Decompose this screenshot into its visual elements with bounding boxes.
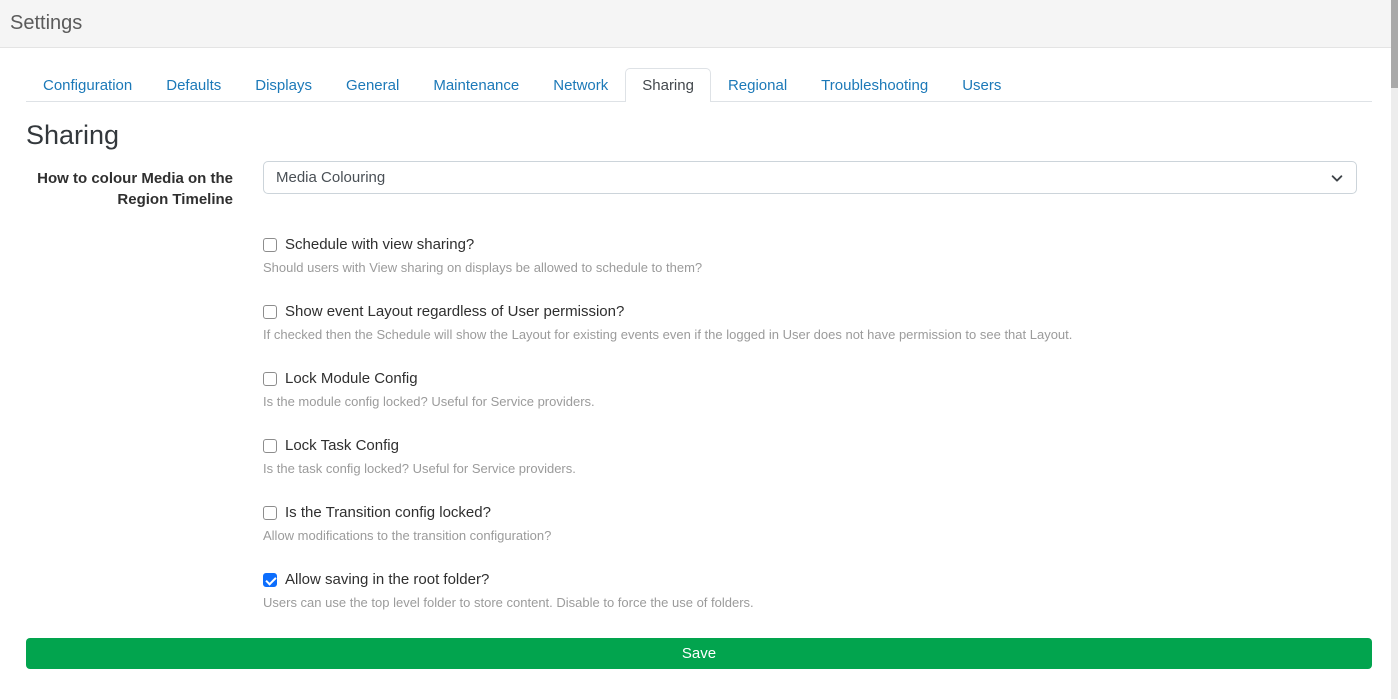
media-colouring-row: How to colour Media on the Region Timeli… (26, 161, 1372, 210)
tab-displays[interactable]: Displays (238, 68, 329, 102)
help-text: Allow modifications to the transition co… (263, 528, 1372, 543)
setting-group: Lock Task Config Is the task config lock… (263, 437, 1372, 476)
checkbox-label: Allow saving in the root folder? (285, 571, 489, 588)
media-colouring-control: Media Colouring (263, 161, 1372, 210)
checkbox-label: Lock Task Config (285, 437, 399, 454)
settings-checkbox-list: Schedule with view sharing? Should users… (263, 236, 1372, 610)
checkbox[interactable] (263, 372, 277, 386)
help-text: If checked then the Schedule will show t… (263, 327, 1372, 342)
checkbox-row[interactable]: Allow saving in the root folder? (263, 571, 1372, 588)
checkbox[interactable] (263, 506, 277, 520)
setting-group: Show event Layout regardless of User per… (263, 303, 1372, 342)
setting-group: Lock Module Config Is the module config … (263, 370, 1372, 409)
checkbox[interactable] (263, 305, 277, 319)
scrollbar-thumb[interactable] (1391, 0, 1398, 88)
tab-maintenance[interactable]: Maintenance (416, 68, 536, 102)
tab-defaults[interactable]: Defaults (149, 68, 238, 102)
checkbox-row[interactable]: Is the Transition config locked? (263, 504, 1372, 521)
tab-general[interactable]: General (329, 68, 416, 102)
help-text: Is the task config locked? Useful for Se… (263, 461, 1372, 476)
help-text: Should users with View sharing on displa… (263, 260, 1372, 275)
checkbox-row[interactable]: Schedule with view sharing? (263, 236, 1372, 253)
checkbox-label: Is the Transition config locked? (285, 504, 491, 521)
help-text: Users can use the top level folder to st… (263, 595, 1372, 610)
save-button[interactable]: Save (26, 638, 1372, 669)
section-heading: Sharing (26, 120, 1372, 151)
setting-group: Schedule with view sharing? Should users… (263, 236, 1372, 275)
main-content: Configuration Defaults Displays General … (0, 68, 1398, 669)
tab-users[interactable]: Users (945, 68, 1018, 102)
tab-configuration[interactable]: Configuration (26, 68, 149, 102)
checkbox-label: Schedule with view sharing? (285, 236, 474, 253)
page-title: Settings (10, 12, 82, 35)
app-header: Settings (0, 0, 1398, 48)
tab-network[interactable]: Network (536, 68, 625, 102)
media-colouring-label: How to colour Media on the Region Timeli… (26, 161, 233, 210)
checkbox-row[interactable]: Lock Module Config (263, 370, 1372, 387)
checkbox-label: Lock Module Config (285, 370, 418, 387)
checkbox[interactable] (263, 238, 277, 252)
settings-tabs: Configuration Defaults Displays General … (26, 68, 1372, 102)
chevron-down-icon (1330, 171, 1344, 185)
tab-regional[interactable]: Regional (711, 68, 804, 102)
media-colouring-select[interactable]: Media Colouring (263, 161, 1357, 194)
checkbox-label: Show event Layout regardless of User per… (285, 303, 624, 320)
setting-group: Allow saving in the root folder? Users c… (263, 571, 1372, 610)
media-colouring-selected-value: Media Colouring (276, 169, 385, 186)
settings-page: Settings Configuration Defaults Displays… (0, 0, 1398, 699)
checkbox[interactable] (263, 573, 277, 587)
tab-sharing[interactable]: Sharing (625, 68, 711, 102)
help-text: Is the module config locked? Useful for … (263, 394, 1372, 409)
checkbox-row[interactable]: Show event Layout regardless of User per… (263, 303, 1372, 320)
scrollbar-track[interactable] (1391, 0, 1398, 699)
setting-group: Is the Transition config locked? Allow m… (263, 504, 1372, 543)
checkbox[interactable] (263, 439, 277, 453)
checkbox-row[interactable]: Lock Task Config (263, 437, 1372, 454)
tab-troubleshooting[interactable]: Troubleshooting (804, 68, 945, 102)
